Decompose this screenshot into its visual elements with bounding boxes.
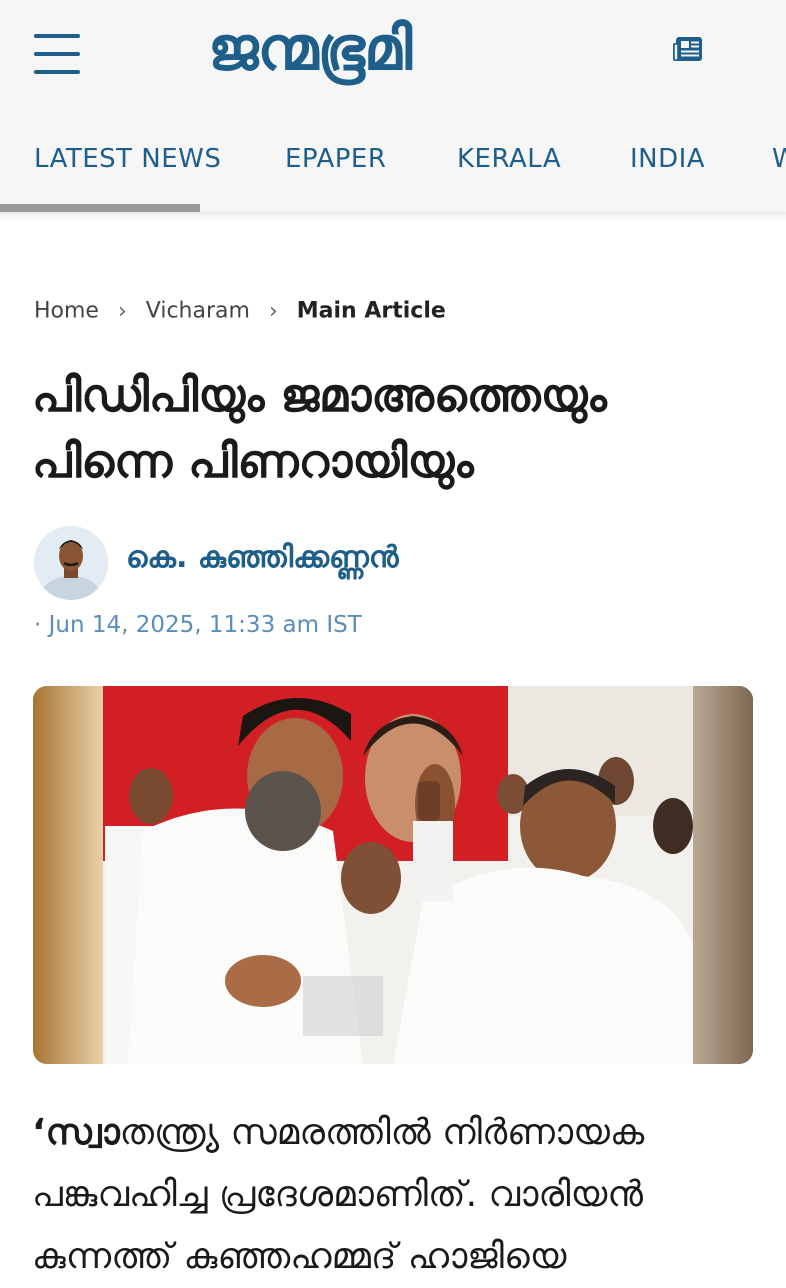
publish-date: · Jun 14, 2025, 11:33 am IST: [34, 612, 362, 638]
date-text: Jun 14, 2025, 11:33 am IST: [48, 612, 362, 638]
tab-india[interactable]: INDIA: [630, 128, 705, 192]
tab-epaper[interactable]: EPAPER: [285, 128, 386, 192]
article-title: പിഡിപിയും ജമാഅത്തെയും പിന്നെ പിണറായിയും: [32, 368, 607, 488]
chevron-right-icon: ›: [268, 298, 278, 324]
body-paragraph: തന്ത്ര്യ സമരത്തില്‍ നിര്‍ണായക പങ്കുവഹിച്…: [32, 1112, 645, 1277]
tab-world-partial[interactable]: W: [772, 128, 786, 192]
breadcrumb-current: Main Article: [296, 298, 446, 324]
active-tab-indicator: [0, 204, 200, 212]
tab-latest-news[interactable]: LATEST NEWS: [34, 128, 221, 192]
section-tabs: LATEST NEWS EPAPER KERALA INDIA W: [0, 128, 786, 192]
date-bullet: ·: [34, 612, 42, 638]
article-body: ‘സ്വാതന്ത്ര്യ സമരത്തില്‍ നിര്‍ണായക പങ്കു…: [32, 1102, 752, 1288]
breadcrumb-section[interactable]: Vicharam: [146, 299, 250, 324]
body-lead: ‘സ്വാ: [32, 1112, 120, 1153]
header-shadow: [0, 212, 786, 222]
article-hero-image[interactable]: [33, 686, 753, 1064]
site-header: ജന്മഭൂമി LATEST NEWS EPAPER KERALA INDIA…: [0, 0, 786, 212]
author-name[interactable]: കെ. കുഞ്ഞിക്കണ്ണന്‍: [126, 540, 399, 575]
hamburger-menu-icon[interactable]: [34, 34, 80, 78]
tab-kerala[interactable]: KERALA: [457, 128, 561, 192]
site-logo[interactable]: ജന്മഭൂമി: [208, 6, 508, 92]
author-avatar[interactable]: [34, 526, 108, 600]
breadcrumb: Home › Vicharam › Main Article: [34, 298, 446, 334]
newspaper-icon[interactable]: [672, 35, 704, 63]
breadcrumb-home[interactable]: Home: [34, 299, 99, 324]
chevron-right-icon: ›: [117, 298, 127, 324]
